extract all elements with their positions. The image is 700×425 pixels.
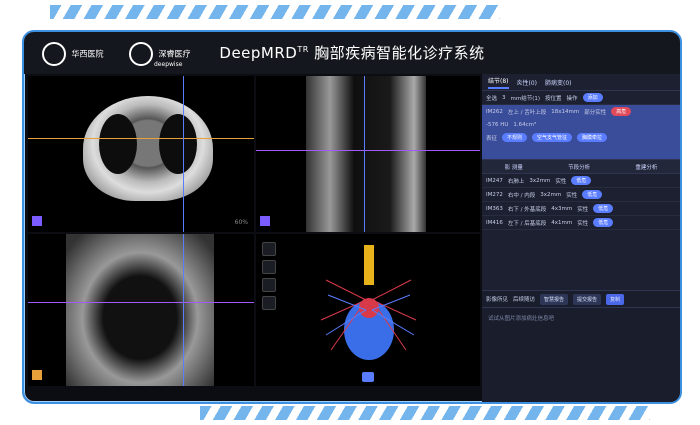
findings-panel: 结节(8) 炎性(0) 肺病变(0) 全选 3 mm结节(1) 按位置 操作 添… [482,74,680,402]
smart-report-button[interactable]: 智慧报告 [540,293,569,305]
analysis-toolbar: 影 测量 节段分析 重建分析 [482,160,680,174]
crosshair-h [28,138,254,139]
ct-coronal-image [66,234,214,386]
submit-report-button[interactable]: 提交报告 [573,293,602,305]
measure-button[interactable]: 影 测量 [505,163,523,171]
panel-tabs: 结节(8) 炎性(0) 肺病变(0) [482,74,680,91]
orientation-cube-icon [32,216,42,226]
zoom-label: 60% [234,219,248,226]
tag[interactable]: 空气支气管征 [532,133,573,142]
followup-dropdown[interactable]: 后续随访 [513,295,535,303]
tag[interactable]: 不规则 [502,133,528,142]
select-all-checkbox[interactable]: 全选 [486,94,497,102]
nodule-volume: 1.64cm³ [513,121,537,128]
reconstruct-button[interactable]: 重建分析 [635,163,657,171]
sort-dropdown[interactable]: 按位置 [545,94,562,102]
selected-nodule[interactable]: IM262 左上 / 舌叶上段 18x14mm 部分实性 高危 -576 HU … [482,105,680,160]
app-window: 华西医院 深睿医疗 deepwise DeepMRDTR 胸部疾病智能化诊疗系统… [22,30,682,404]
tag[interactable]: 胸膜牵拉 [577,133,608,142]
viewer-sagittal[interactable] [256,76,480,232]
crosshair-v [183,76,184,232]
decor-stripes-top [50,5,500,19]
viewer-axial[interactable]: 60% [28,76,254,232]
view-reset-icon[interactable] [362,372,374,382]
list-item[interactable]: IM247 右肺上 3x2mm 实性 低危 [482,174,680,188]
tab-lung-lesion[interactable]: 肺病变(0) [545,78,572,87]
lung-3d-render [320,245,417,360]
orientation-cube-icon [32,370,42,380]
vessel-icon[interactable] [262,260,276,274]
list-item[interactable]: IM272 右中 / 内段 3x2mm 实性 低危 [482,188,680,202]
report-textarea[interactable]: 试试从图片添加病灶信息吧 [482,308,680,328]
tags-label: 表征 [486,135,498,142]
lobe-icon[interactable] [262,296,276,310]
filter-row: 全选 3 mm结节(1) 按位置 操作 添加 [482,91,680,105]
ct-axial-image [83,96,213,201]
app-title: DeepMRDTR 胸部疾病智能化诊疗系统 [219,44,485,62]
viewer-3d[interactable] [256,234,480,386]
tab-nodule[interactable]: 结节(8) [488,76,509,89]
list-item[interactable]: IM416 左下 / 后基底段 4x1mm 实性 低危 [482,216,680,230]
viewer-coronal[interactable] [28,234,254,386]
nodule-density: -576 HU [486,121,509,128]
report-label: 影像所见 [486,297,509,303]
tab-inflammation[interactable]: 炎性(0) [517,78,538,87]
lung-icon[interactable] [262,278,276,292]
header-bar: 华西医院 深睿医疗 deepwise DeepMRDTR 胸部疾病智能化诊疗系统 [24,32,680,74]
decor-stripes-bottom [200,406,650,420]
risk-badge: 高危 [611,107,632,116]
list-item[interactable]: IM363 右下 / 外基底段 4x3mm 实性 低危 [482,202,680,216]
count-input[interactable]: 3 [502,95,506,101]
nodule-type: 部分实性 [584,109,607,116]
copy-button[interactable]: 复制 [606,293,625,305]
3d-toolbar [262,238,276,314]
nodule-id: IM262 [486,108,503,115]
ct-sagittal-image [306,76,426,232]
nodule-list: IM247 右肺上 3x2mm 实性 低危 IM272 右中 / 内段 3x2mm 实性 低危 … [482,174,680,230]
report-section: 影像所见 后续随访 智慧报告 提交报告 复制 试试从图片添加病灶信息吧 [482,290,680,402]
airway-icon[interactable] [262,242,276,256]
crosshair-v [364,76,365,232]
add-button[interactable]: 添加 [582,93,603,102]
nodule-size: 18x14mm [551,108,580,115]
size-filter[interactable]: mm结节(1) [511,94,541,102]
nodule-location: 左上 / 舌叶上段 [507,109,547,116]
crosshair-h [256,150,480,151]
orientation-cube-icon [260,216,270,226]
op-dropdown[interactable]: 操作 [567,94,578,102]
crosshair-h [28,302,254,303]
crosshair-v [183,234,184,386]
segment-analysis-button[interactable]: 节段分析 [568,163,590,171]
